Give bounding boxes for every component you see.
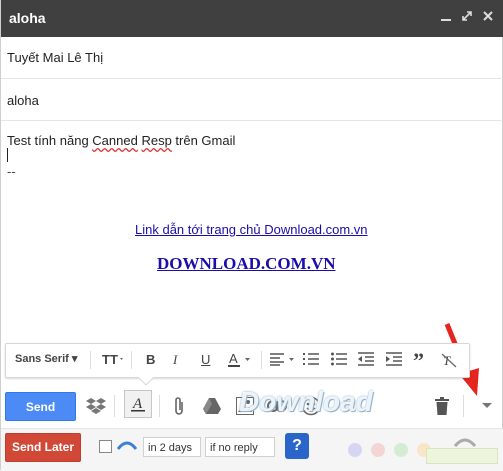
discard-draft-icon[interactable] xyxy=(430,394,454,418)
svg-text:A: A xyxy=(132,396,143,412)
underline-icon[interactable]: U xyxy=(201,352,210,367)
subject-value: aloha xyxy=(7,93,39,108)
divider xyxy=(463,395,464,417)
remove-formatting-icon[interactable]: T xyxy=(441,352,457,371)
align-icon[interactable] xyxy=(270,352,296,369)
indent-less-icon[interactable] xyxy=(358,352,374,369)
minimize-icon[interactable] xyxy=(438,9,454,25)
svg-text:”: ” xyxy=(413,352,424,366)
download-watermark: Download xyxy=(239,386,373,417)
download-link[interactable]: DOWNLOAD.COM.VN xyxy=(157,254,336,274)
compose-title: aloha xyxy=(9,10,46,26)
attach-icon[interactable] xyxy=(167,394,191,418)
drive-icon[interactable] xyxy=(200,394,224,418)
remind-days-select[interactable]: in 2 days xyxy=(143,437,201,457)
bulleted-list-icon[interactable] xyxy=(331,352,347,369)
formatting-toolbar: Sans Serif ▾ TT B I U A ” T xyxy=(5,343,470,386)
to-value: Tuyết Mai Lê Thị xyxy=(7,50,104,65)
divider xyxy=(114,395,115,417)
dropbox-icon[interactable] xyxy=(84,394,108,418)
remind-condition-select[interactable]: if no reply xyxy=(205,437,275,457)
compose-titlebar[interactable]: aloha xyxy=(1,0,503,37)
quote-icon[interactable]: ” xyxy=(413,348,429,373)
divider xyxy=(90,351,91,369)
body-line-1: Test tính năng Canned Resp trên Gmail xyxy=(7,133,236,148)
bold-icon[interactable]: B xyxy=(146,352,155,367)
more-options-icon[interactable] xyxy=(475,394,499,418)
watermark-arc xyxy=(453,438,477,448)
close-icon[interactable] xyxy=(480,9,496,25)
watermark-dot xyxy=(371,443,385,457)
expand-icon[interactable] xyxy=(459,9,475,25)
formatting-options-icon[interactable]: A xyxy=(124,390,152,418)
numbered-list-icon[interactable] xyxy=(303,352,319,369)
to-field[interactable]: Tuyết Mai Lê Thị xyxy=(1,37,503,79)
watermark-dot xyxy=(348,443,362,457)
font-size-icon[interactable]: TT xyxy=(102,352,124,369)
send-later-button[interactable]: Send Later xyxy=(5,433,81,462)
divider xyxy=(159,395,160,417)
homepage-link[interactable]: Link dẫn tới trang chủ Download.com.vn xyxy=(135,222,368,237)
remind-checkbox[interactable] xyxy=(99,440,112,453)
italic-icon[interactable]: I xyxy=(173,352,177,368)
divider xyxy=(261,351,262,369)
divider xyxy=(131,351,132,369)
send-button[interactable]: Send xyxy=(5,392,76,421)
subject-field[interactable]: aloha xyxy=(1,79,503,121)
indent-more-icon[interactable] xyxy=(386,352,402,369)
boomerang-icon xyxy=(116,438,138,456)
text-cursor xyxy=(7,148,8,162)
toolbar-pointer xyxy=(138,377,154,386)
font-select[interactable]: Sans Serif ▾ xyxy=(15,352,77,365)
watermark-bar xyxy=(426,448,498,464)
watermark-dot xyxy=(394,443,408,457)
svg-text:TT: TT xyxy=(102,352,118,366)
text-color-icon[interactable]: A xyxy=(228,351,252,371)
compose-window: aloha Tuyết Mai Lê Thị aloha Test tính n… xyxy=(0,0,503,471)
help-icon[interactable]: ? xyxy=(285,433,309,459)
svg-text:A: A xyxy=(229,352,238,366)
signature-separator: -- xyxy=(7,164,16,179)
